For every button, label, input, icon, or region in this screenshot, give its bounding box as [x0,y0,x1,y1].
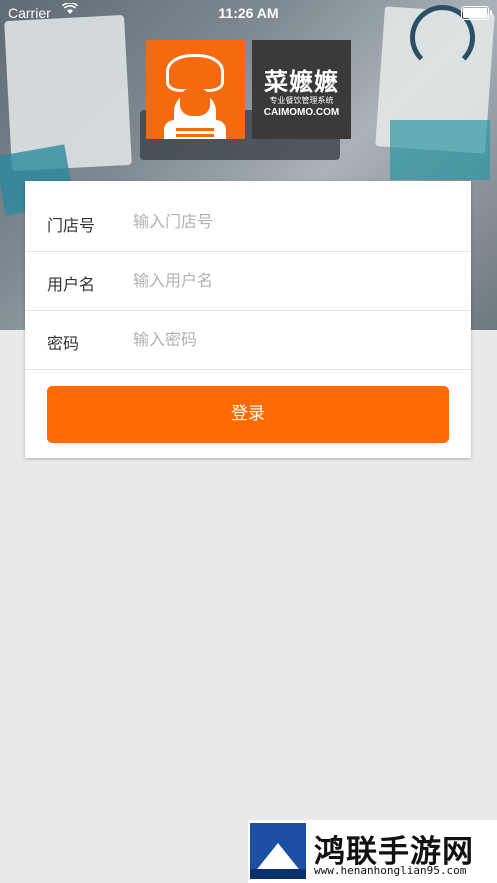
clipboard-decoration [4,14,132,172]
password-row: 密码 [25,310,471,370]
store-label: 门店号 [47,216,96,235]
status-bar: Carrier 11:26 AM [0,0,497,26]
clock: 11:26 AM [218,5,279,21]
login-button[interactable]: 登录 [47,386,449,443]
brand-name: 菜嬷嬷 [264,68,339,96]
password-input[interactable] [133,324,453,354]
watermark-url: www.henanhonglian95.com [314,864,467,877]
watermark: 鸿联手游网 www.henanhonglian95.com [248,820,497,883]
brand-domain: CAIMOMO.COM [263,107,340,118]
password-label: 密码 [47,334,80,353]
chef-logo-icon [146,40,245,139]
watermark-logo-icon [250,823,306,879]
battery-icon [461,6,492,20]
store-row: 门店号 [25,192,471,252]
store-input[interactable] [133,206,453,236]
login-card: 门店号 用户名 密码 登录 [25,181,471,458]
brand-subtitle: 专业餐饮管理系统 [269,96,334,105]
username-input[interactable] [133,265,453,295]
username-row: 用户名 [25,251,471,311]
brand-logo: 菜嬷嬷 专业餐饮管理系统 CAIMOMO.COM [252,40,351,139]
folder-decoration-right [390,120,490,180]
username-label: 用户名 [47,275,96,294]
